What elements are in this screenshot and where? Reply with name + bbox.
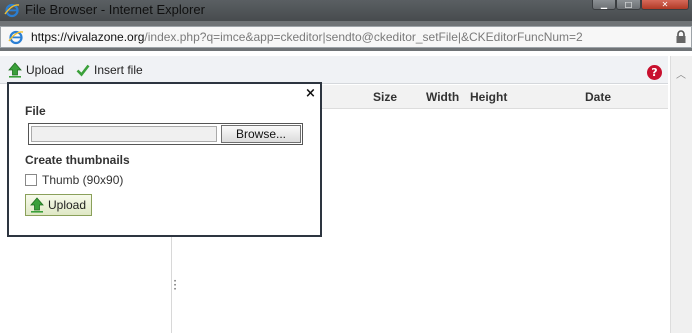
window-titlebar: File Browser - Internet Explorer ▁ □ ✕ [0, 0, 692, 21]
column-header-width[interactable]: Width [426, 90, 459, 104]
file-label: File [25, 104, 46, 118]
file-path-field[interactable] [31, 126, 217, 142]
upload-submit-label: Upload [48, 198, 87, 212]
page-content: Upload Insert file ? ︿ · · · Size Width He… [0, 51, 692, 333]
upload-submit-button[interactable]: Upload [25, 194, 92, 216]
minimize-button[interactable]: ▁ [592, 0, 616, 10]
insert-file-button[interactable]: Insert file [76, 60, 143, 80]
checkmark-icon [76, 64, 90, 77]
scroll-up-icon[interactable]: ︿ [676, 66, 686, 81]
column-header-size[interactable]: Size [373, 90, 397, 104]
upload-toolbar-button[interactable]: Upload [8, 60, 64, 80]
upload-icon [8, 62, 22, 78]
upload-icon [30, 197, 44, 213]
insert-file-label: Insert file [94, 63, 143, 77]
url-path: /index.php?q=imce&app=ckeditor|sendto@ck… [144, 30, 583, 44]
create-thumbnails-label: Create thumbnails [25, 153, 130, 167]
upload-panel: × File Browse... Create thumbnails Thumb… [7, 82, 322, 237]
help-icon[interactable]: ? [647, 65, 662, 80]
address-url[interactable]: https://vivalazone.org/index.php?q=imce&… [31, 30, 583, 44]
close-upload-panel-icon[interactable]: × [305, 86, 316, 101]
site-icon [8, 29, 24, 45]
column-header-height[interactable]: Height [470, 90, 507, 104]
upload-toolbar-label: Upload [26, 63, 65, 77]
minimize-icon: ▁ [600, 0, 608, 9]
thumb-checkbox[interactable] [25, 174, 37, 186]
address-bar[interactable]: https://vivalazone.org/index.php?q=imce&… [0, 26, 692, 48]
url-host: https://vivalazone.org [31, 30, 145, 44]
browse-button[interactable]: Browse... [221, 125, 301, 143]
maximize-button[interactable]: □ [616, 0, 641, 10]
file-input[interactable]: Browse... [28, 123, 303, 145]
close-window-button[interactable]: ✕ [641, 0, 689, 10]
window-title: File Browser - Internet Explorer [25, 2, 205, 17]
imce-toolbar: Upload Insert file ? [0, 56, 668, 84]
vertical-scrollbar[interactable]: ︿ [670, 56, 692, 333]
thumb-option[interactable]: Thumb (90x90) [25, 173, 123, 187]
internet-explorer-icon [4, 2, 20, 18]
lock-icon[interactable] [675, 30, 687, 44]
maximize-icon: □ [624, 0, 633, 9]
thumb-option-label: Thumb (90x90) [42, 173, 124, 187]
pane-splitter-handle[interactable]: · · · [172, 275, 178, 295]
close-icon: ✕ [661, 0, 669, 9]
column-header-date[interactable]: Date [585, 90, 611, 104]
